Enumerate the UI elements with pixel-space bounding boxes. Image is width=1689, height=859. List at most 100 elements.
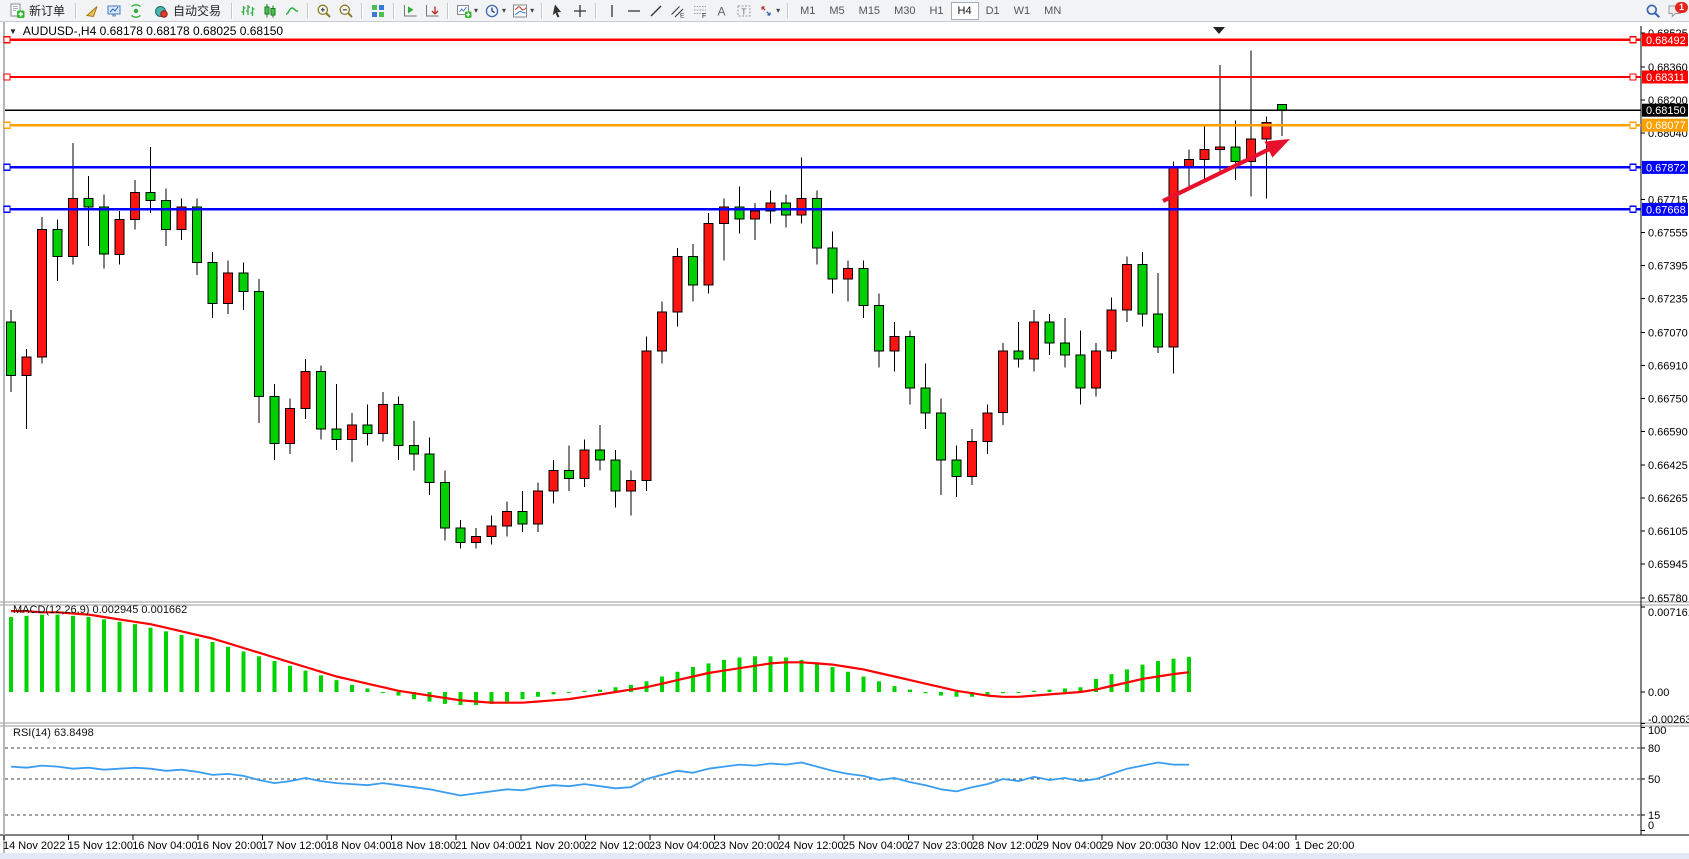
toolbar-separator: [541, 3, 543, 19]
notification-badge: 1: [1675, 2, 1688, 13]
macd-histogram-bar: [583, 691, 587, 692]
timeframe-M30-button[interactable]: M30: [887, 2, 922, 20]
macd-histogram-bar: [955, 692, 959, 697]
line-handle[interactable]: [4, 122, 10, 128]
timeframe-H1-button[interactable]: H1: [922, 2, 950, 20]
timeframe-M1-button[interactable]: M1: [793, 2, 822, 20]
timeframe-H4-button[interactable]: H4: [951, 2, 979, 20]
price-tick-label: 0.65945: [1648, 559, 1688, 571]
macd-histogram-bar: [1048, 690, 1052, 692]
time-tick-label: 23 Nov 20:00: [714, 840, 779, 852]
text-label-button[interactable]: T: [733, 1, 755, 21]
chart-shift-marker[interactable]: [1213, 27, 1225, 34]
macd-histogram-bar: [1110, 674, 1114, 692]
macd-histogram-bar: [924, 692, 928, 693]
candle: [673, 256, 682, 312]
time-tick-label: 1 Dec 20:00: [1295, 840, 1354, 852]
macd-histogram-bar: [257, 656, 261, 692]
timeframe-W1-button[interactable]: W1: [1007, 2, 1038, 20]
data-window-button[interactable]: [103, 1, 125, 21]
timeframe-MN-button[interactable]: MN: [1037, 2, 1068, 20]
price-tick-label: 0.67555: [1648, 228, 1688, 240]
chart-shift-button[interactable]: [421, 1, 443, 21]
vertical-line-button[interactable]: [601, 1, 623, 21]
cursor-button[interactable]: [547, 1, 569, 21]
line-handle[interactable]: [1630, 122, 1636, 128]
price-tick-label: 0.66590: [1648, 426, 1688, 438]
candle: [1200, 149, 1209, 159]
line-handle[interactable]: [1630, 206, 1636, 212]
trend-arrow-head[interactable]: [1264, 139, 1290, 158]
line-handle[interactable]: [1630, 74, 1636, 80]
chart-menu-icon[interactable]: ▼: [9, 27, 17, 36]
periods-clock-button[interactable]: ▾: [481, 1, 509, 21]
signals-button[interactable]: [125, 1, 147, 21]
macd-histogram-bar: [893, 686, 897, 692]
trend-line-button[interactable]: [645, 1, 667, 21]
macd-histogram-bar: [304, 671, 308, 692]
macd-histogram-bar: [211, 642, 215, 692]
scroll-to-end-button[interactable]: [399, 1, 421, 21]
candle: [828, 248, 837, 279]
candle: [689, 256, 698, 285]
svg-text:F: F: [702, 13, 706, 19]
indicators-button[interactable]: ▾: [509, 1, 537, 21]
macd-histogram-bar: [908, 690, 912, 692]
candle: [1092, 351, 1101, 388]
auto-trading-button[interactable]: 自动交易: [147, 1, 227, 21]
candle: [38, 230, 47, 358]
arrows-button[interactable]: ▾: [755, 1, 783, 21]
crosshair-button[interactable]: [569, 1, 591, 21]
bar-chart-button[interactable]: [237, 1, 259, 21]
line-handle[interactable]: [4, 74, 10, 80]
fibonacci-button[interactable]: F: [689, 1, 711, 21]
candle: [1107, 310, 1116, 351]
macd-histogram-bar: [1141, 665, 1145, 692]
horizontal-line-icon: [626, 3, 642, 19]
candle: [1030, 322, 1039, 359]
arrows-icon: [758, 3, 774, 19]
timeframe-D1-button[interactable]: D1: [979, 2, 1007, 20]
candle: [363, 425, 372, 433]
new-chart-button[interactable]: ▾: [453, 1, 481, 21]
trend-arrow-line[interactable]: [1163, 147, 1274, 201]
candle: [239, 273, 248, 292]
equidistant-channel-button[interactable]: E: [667, 1, 689, 21]
new-order-button[interactable]: 新订单: [3, 1, 71, 21]
notifications-button[interactable]: 1: [1664, 1, 1686, 21]
macd-histogram-bar: [815, 663, 819, 692]
zoom-in-button[interactable]: [313, 1, 335, 21]
timeframe-M5-button[interactable]: M5: [822, 2, 851, 20]
line-handle[interactable]: [4, 206, 10, 212]
chart-canvas: 0.685250.683600.682000.680400.677150.675…: [0, 0, 1689, 859]
candle: [875, 306, 884, 351]
candlestick-chart-button[interactable]: [259, 1, 281, 21]
price-label-box: [1642, 71, 1688, 84]
price-label-box: [1642, 33, 1688, 46]
macd-histogram-bar: [1017, 692, 1021, 693]
timeframe-M15-button[interactable]: M15: [852, 2, 887, 20]
line-handle[interactable]: [1630, 164, 1636, 170]
price-label-box: [1642, 203, 1688, 216]
price-tick-label: 0.66910: [1648, 360, 1688, 372]
new-order-label: 新订单: [29, 2, 65, 19]
candle: [146, 193, 155, 201]
text-icon: A: [714, 3, 730, 19]
candle: [487, 526, 496, 536]
market-watch-button[interactable]: [81, 1, 103, 21]
macd-histogram-bar: [629, 685, 633, 692]
line-handle[interactable]: [1630, 37, 1636, 43]
periods-clock-icon: [484, 3, 500, 19]
toolbar-separator: [447, 3, 449, 19]
line-chart-button[interactable]: [281, 1, 303, 21]
candle: [1247, 139, 1256, 162]
macd-histogram-bar: [552, 692, 556, 694]
macd-histogram-bar: [1125, 669, 1129, 692]
search-button[interactable]: [1642, 1, 1664, 21]
tile-windows-button[interactable]: [367, 1, 389, 21]
zoom-out-button[interactable]: [335, 1, 357, 21]
text-button[interactable]: A: [711, 1, 733, 21]
candle: [224, 273, 233, 304]
line-handle[interactable]: [4, 164, 10, 170]
horizontal-line-button[interactable]: [623, 1, 645, 21]
